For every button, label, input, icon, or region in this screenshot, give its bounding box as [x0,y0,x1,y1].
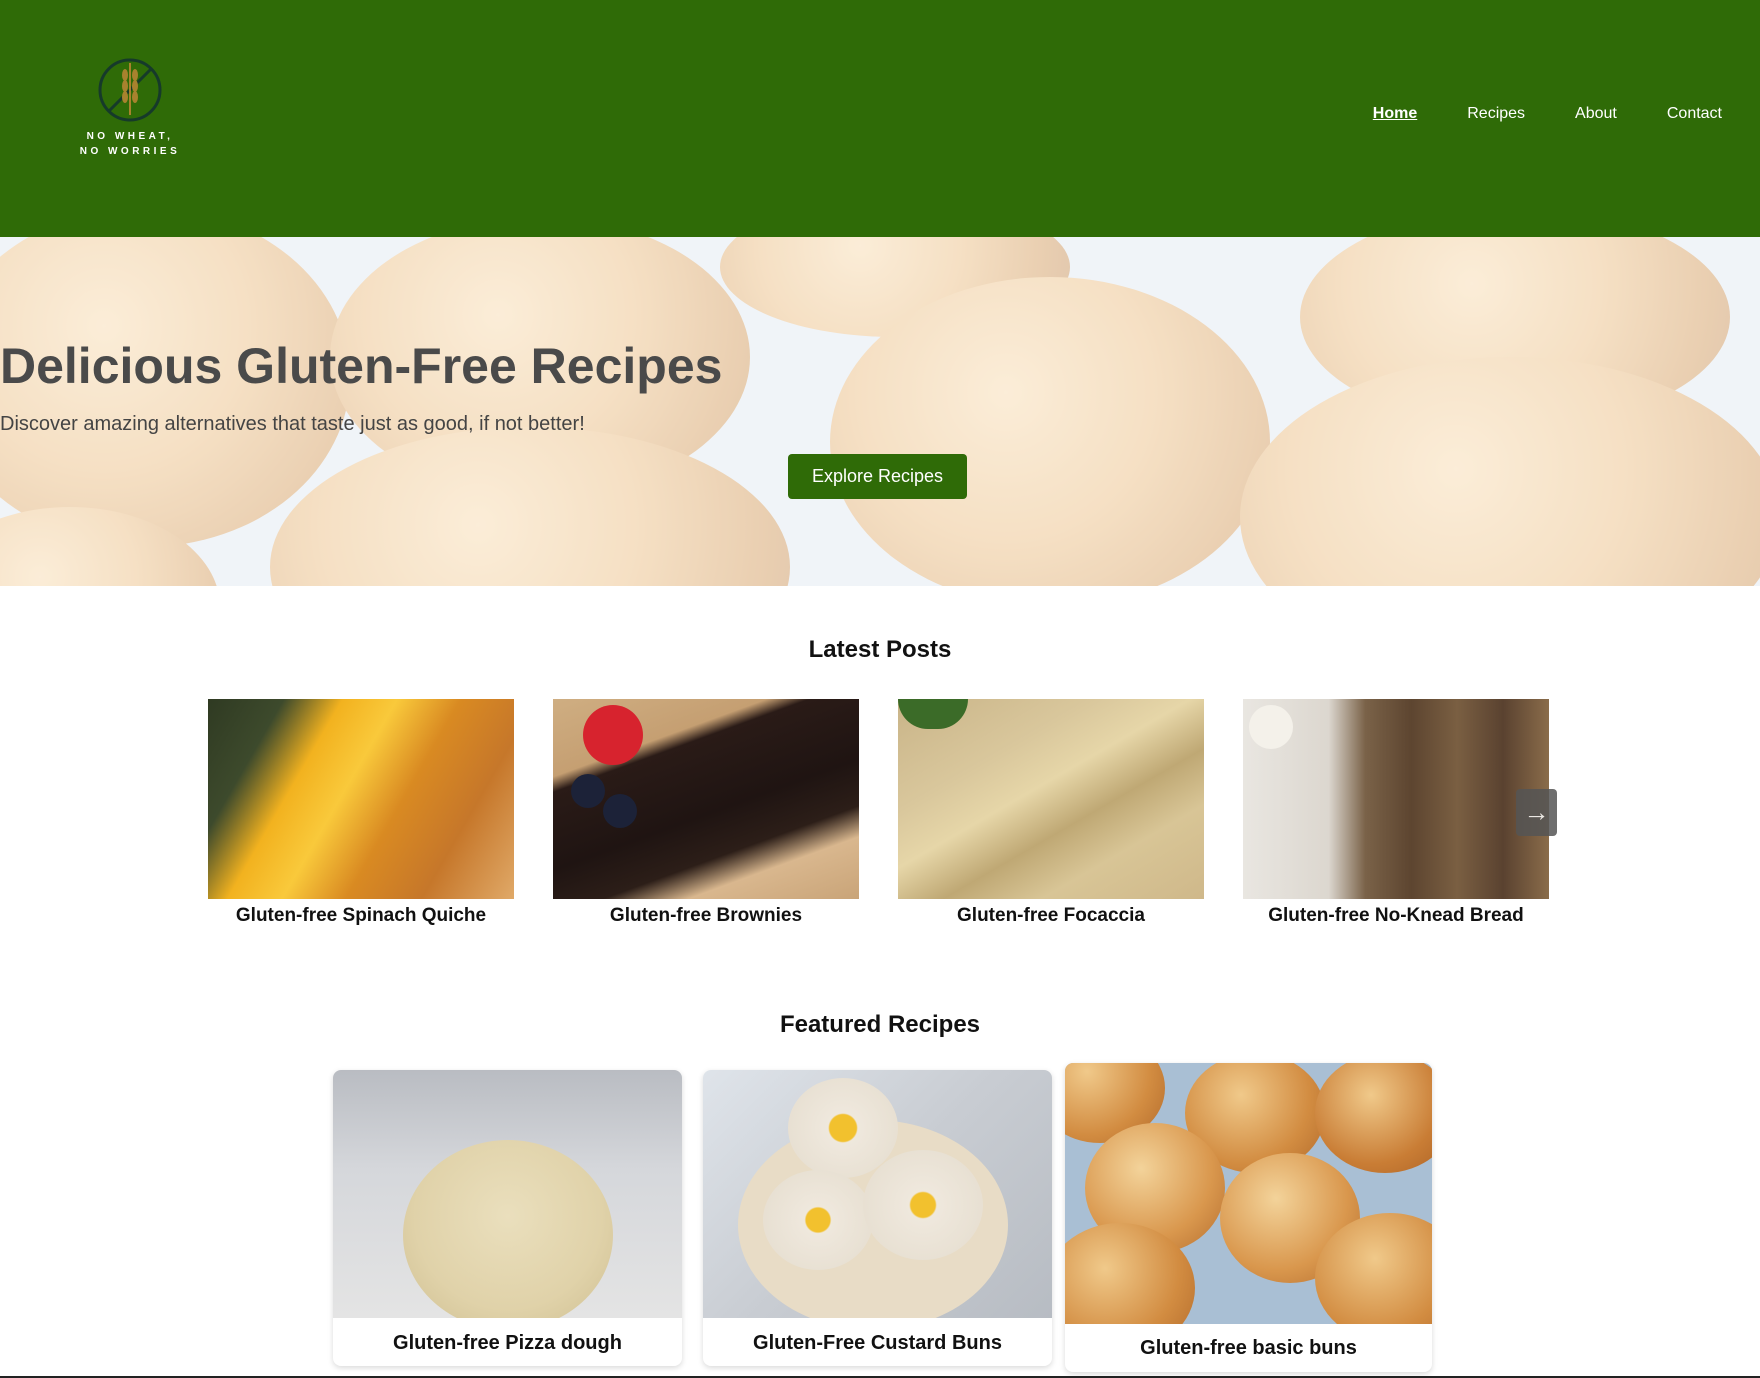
herb-bowl-shape [898,699,968,729]
recipe-card[interactable]: Gluten-free Pizza dough [333,1070,682,1366]
wheat-crossed-icon [98,58,162,122]
nav-about[interactable]: About [1575,105,1617,123]
custard-bun-shape [763,1170,873,1270]
custard-bun-shape [863,1150,983,1260]
blueberry-shape [603,794,637,828]
recipe-title: Gluten-free basic buns [1140,1337,1357,1359]
carousel-next-button[interactable]: → [1516,789,1557,836]
site-header: NO WHEAT, NO WORRIES Home Recipes About … [0,0,1760,237]
post-title: Gluten-free Spinach Quiche [235,905,487,926]
post-image [898,699,1204,899]
post-card[interactable]: Gluten-free Focaccia [898,699,1204,927]
custard-bun-shape [788,1078,898,1178]
arrow-right-icon: → [1523,797,1550,827]
post-title: Gluten-free Focaccia [957,905,1145,926]
recipe-image [1065,1063,1432,1324]
post-title: Gluten-free No-Knead Bread [1268,905,1524,926]
post-card[interactable]: Gluten-free Brownies [553,699,859,927]
nav-home[interactable]: Home [1373,105,1417,123]
hero-banner: Delicious Gluten-Free Recipes Discover a… [0,237,1760,586]
logo-text-1: NO WHEAT, [86,131,174,142]
hero-subtitle: Discover amazing alternatives that taste… [0,413,585,435]
bun-shape [1315,1063,1432,1173]
explore-recipes-button[interactable]: Explore Recipes [788,454,967,499]
logo-text-2: NO WORRIES [79,146,181,157]
recipe-image [703,1070,1052,1318]
butter-dish-shape [1249,705,1293,749]
recipe-card[interactable]: Gluten-free basic buns [1065,1063,1432,1372]
post-image [1243,699,1549,899]
post-card[interactable]: Gluten-free Spinach Quiche [208,699,514,927]
post-card[interactable]: Gluten-free No-Knead Bread [1243,699,1549,927]
recipe-image [333,1070,682,1318]
recipe-title: Gluten-Free Custard Buns [753,1332,1002,1354]
strawberry-shape [583,705,643,765]
dough-shape [403,1140,613,1318]
main-nav: Home Recipes About Contact [1373,105,1722,123]
recipe-title: Gluten-free Pizza dough [393,1332,622,1354]
post-image [208,699,514,899]
post-image [553,699,859,899]
nav-recipes[interactable]: Recipes [1467,105,1525,123]
recipe-card[interactable]: Gluten-Free Custard Buns [703,1070,1052,1366]
hero-title: Delicious Gluten-Free Recipes [0,338,723,394]
site-logo[interactable]: NO WHEAT, NO WORRIES [75,55,185,165]
latest-posts-title: Latest Posts [808,636,952,663]
nav-contact[interactable]: Contact [1667,105,1722,123]
featured-recipes-title: Featured Recipes [779,1011,981,1038]
blueberry-shape [571,774,605,808]
post-title: Gluten-free Brownies [609,905,803,926]
hero-overlay [0,237,1760,586]
